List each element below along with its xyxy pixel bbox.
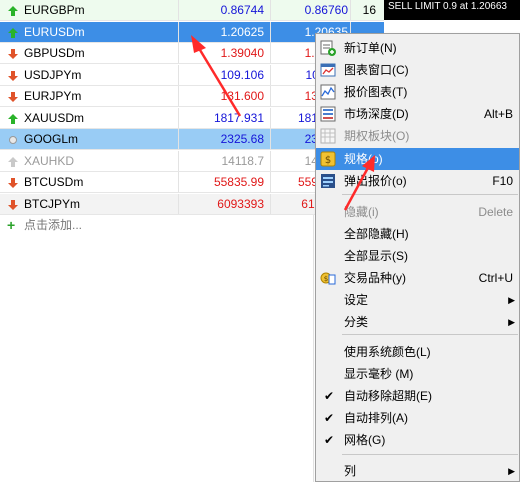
menu-item-label: 市场深度(D) [344, 107, 409, 121]
spread-cell: 16 [350, 0, 384, 20]
menu-item[interactable]: 分类 ▶ [316, 311, 519, 333]
bid-cell: 109.106 [178, 64, 270, 85]
bid-cell: 6093393 [178, 193, 270, 214]
ask-cell: 0.86760 [270, 0, 350, 20]
symbol-cell: GOOGLm [24, 132, 79, 146]
symbol-cell: GBPUSDm [24, 46, 85, 60]
menu-item-label: 隐藏(i) [344, 205, 379, 219]
menu-item: 隐藏(i) Delete [316, 201, 519, 223]
menu-item-shortcut: Ctrl+U [478, 271, 513, 285]
checkmark-icon: ✔ [324, 411, 335, 425]
bid-cell: 131.600 [178, 86, 270, 106]
bid-cell: 55835.99 [178, 172, 270, 192]
menu-item[interactable]: 使用系统颜色(L) [316, 341, 519, 363]
menu-item-label: 自动移除超期(E) [344, 389, 432, 403]
menu-item-label: 使用系统颜色(L) [344, 345, 431, 359]
options-board-icon [320, 128, 336, 144]
submenu-arrow-icon: ▶ [508, 317, 515, 327]
chart-window-icon [320, 62, 336, 78]
bid-cell: 1.39040 [178, 43, 270, 63]
menu-item-label: 期权板块(O) [344, 129, 410, 143]
menu-item-shortcut: Delete [478, 205, 513, 219]
bid-cell: 1817.931 [178, 107, 270, 128]
menu-item[interactable]: 显示毫秒 (M) [316, 363, 519, 385]
symbol-cell: XAUHKD [24, 153, 75, 168]
menu-item[interactable]: $ 规格(p) [316, 148, 519, 170]
popup-prices-icon [320, 173, 336, 189]
menu-item-label: 自动排列(A) [344, 411, 408, 425]
add-symbol-row[interactable]: + 点击添加... [0, 215, 300, 235]
menu-item-label: 全部隐藏(H) [344, 227, 409, 241]
menu-item-label: 交易品种(y) [344, 271, 406, 285]
menu-separator [342, 194, 518, 195]
symbol-cell: USDJPYm [24, 67, 82, 82]
menu-item-label: 图表窗口(C) [344, 63, 409, 77]
bid-cell: 2325.68 [178, 129, 270, 149]
menu-item-label: 报价图表(T) [344, 85, 408, 99]
menu-item[interactable]: ✔ 网格(G) [316, 429, 519, 451]
menu-item[interactable]: 列 ▶ [316, 460, 519, 482]
menu-item[interactable]: 新订单(N) [316, 37, 519, 59]
menu-item-label: 设定 [344, 293, 369, 307]
submenu-arrow-icon: ▶ [508, 466, 515, 476]
menu-item-label: 弹出报价(o) [344, 174, 407, 188]
depth-of-market-icon [320, 106, 336, 122]
menu-separator [342, 454, 518, 455]
symbol-cell: XAUUSDm [24, 110, 85, 125]
symbol-cell: BTCJPYm [24, 196, 81, 211]
table-row[interactable]: EURGBPm 0.86744 0.86760 16 [0, 0, 384, 21]
tick-chart-icon [320, 84, 336, 100]
menu-item-label: 列 [344, 464, 357, 478]
trade-status-label: SELL LIMIT 0.9 at 1.20663 [384, 0, 520, 20]
menu-item-shortcut: Alt+B [483, 107, 513, 121]
add-symbol-label: 点击添加... [24, 218, 83, 232]
symbol-cell: EURJPYm [24, 89, 82, 103]
menu-separator [342, 334, 518, 335]
new-order-icon [320, 40, 336, 56]
menu-item-label: 显示毫秒 (M) [344, 367, 414, 381]
menu-item[interactable]: 市场深度(D) Alt+B [316, 103, 519, 125]
symbol-cell: EURUSDm [24, 24, 85, 39]
symbol-cell: BTCUSDm [24, 175, 84, 189]
column-divider [313, 215, 314, 482]
menu-item[interactable]: 全部显示(S) [316, 245, 519, 267]
plus-icon: + [7, 217, 16, 233]
menu-item[interactable]: 报价图表(T) [316, 81, 519, 103]
specification-icon: $ [320, 151, 336, 167]
menu-item-label: 分类 [344, 315, 369, 329]
menu-item[interactable]: ✔ 自动移除超期(E) [316, 385, 519, 407]
menu-item[interactable]: 全部隐藏(H) [316, 223, 519, 245]
context-menu: 新订单(N) 图表窗口(C) 报价图表(T) 市场深度(D) Alt+B 期权板块(O) $… [315, 33, 520, 482]
menu-item-label: 网格(G) [344, 433, 386, 447]
menu-item[interactable]: $ 交易品种(y) Ctrl+U [316, 267, 519, 289]
menu-item-label: 全部显示(S) [344, 249, 408, 263]
menu-item-label: 规格(p) [344, 152, 383, 166]
svg-text:$: $ [325, 155, 331, 166]
menu-item[interactable]: 图表窗口(C) [316, 59, 519, 81]
menu-item-label: 新订单(N) [344, 41, 397, 55]
submenu-arrow-icon: ▶ [508, 295, 515, 305]
symbol-cell: EURGBPm [24, 3, 85, 17]
symbols-icon: $ [320, 270, 336, 286]
svg-text:$: $ [324, 275, 328, 283]
checkmark-icon: ✔ [324, 389, 335, 403]
bid-cell: 14118.7 [178, 150, 270, 171]
menu-item[interactable]: 弹出报价(o) F10 [316, 170, 519, 192]
bid-cell: 1.20625 [178, 21, 270, 42]
menu-item-shortcut: F10 [492, 174, 513, 188]
checkmark-icon: ✔ [324, 433, 335, 447]
bid-cell: 0.86744 [178, 0, 270, 20]
menu-item: 期权板块(O) [316, 125, 519, 147]
menu-item[interactable]: ✔ 自动排列(A) [316, 407, 519, 429]
menu-item[interactable]: 设定 ▶ [316, 289, 519, 311]
